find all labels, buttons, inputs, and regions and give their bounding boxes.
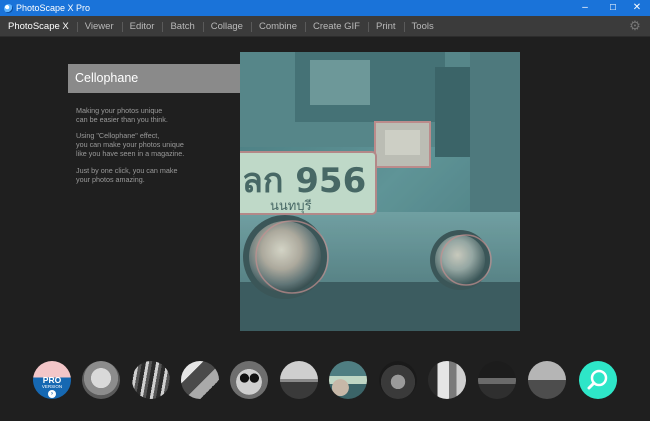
tab-batch[interactable]: Batch xyxy=(162,16,202,37)
thumbnail-5[interactable] xyxy=(280,361,318,399)
description-line: your photos amazing. xyxy=(76,175,145,184)
thumbnail-3[interactable] xyxy=(181,361,219,399)
sample-photo: ลก 956 นนทบุรี xyxy=(240,52,520,331)
tab-collage[interactable]: Collage xyxy=(202,16,251,37)
tab-editor[interactable]: Editor xyxy=(121,16,163,37)
thumbnail-2[interactable] xyxy=(132,361,170,399)
tab-create-gif[interactable]: Create GIF xyxy=(305,16,368,37)
window-title: PhotoScape X Pro xyxy=(16,3,91,13)
thumbnail-6[interactable] xyxy=(329,361,367,399)
minimize-button[interactable]: – xyxy=(572,0,598,16)
description-paragraph-3: Just by one click, you can make your pho… xyxy=(76,166,177,184)
menu-bar: PhotoScape X Viewer Editor Batch Collage… xyxy=(0,16,650,37)
feature-title: Cellophane xyxy=(75,71,139,85)
description-line: Using "Cellophane" effect, xyxy=(76,131,160,140)
maximize-button[interactable]: ☐ xyxy=(600,0,626,16)
description-line: can be easier than you think. xyxy=(76,115,168,124)
description-line: like you have seen in a magazine. xyxy=(76,149,185,158)
thumbnail-10[interactable] xyxy=(528,361,566,399)
description-paragraph-2: Using "Cellophane" effect, you can make … xyxy=(76,131,184,158)
arrow-right-icon: › xyxy=(48,390,56,398)
thumbnail-8[interactable] xyxy=(428,361,466,399)
app-logo-icon xyxy=(4,4,13,13)
description-paragraph-1: Making your photos unique can be easier … xyxy=(76,106,168,124)
gear-icon[interactable]: ⚙ xyxy=(628,19,642,33)
feature-title-box: Cellophane xyxy=(68,64,256,93)
description-line: Making your photos unique xyxy=(76,106,163,115)
title-bar: PhotoScape X Pro – ☐ ✕ xyxy=(0,0,650,16)
description-line: Just by one click, you can make xyxy=(76,166,178,175)
thumbnail-1[interactable] xyxy=(82,361,120,399)
thumbnail-7[interactable] xyxy=(379,361,417,399)
tab-combine[interactable]: Combine xyxy=(250,16,305,37)
search-icon xyxy=(587,369,608,390)
pro-version-badge[interactable]: PRO VERSION › xyxy=(33,361,71,399)
close-button[interactable]: ✕ xyxy=(624,0,650,16)
description-line: you can make your photos unique xyxy=(76,140,184,149)
thumbnail-4[interactable] xyxy=(230,361,268,399)
tab-viewer[interactable]: Viewer xyxy=(76,16,122,37)
thumbnail-9[interactable] xyxy=(478,361,516,399)
tab-print[interactable]: Print xyxy=(368,16,404,37)
tab-photoscape-x[interactable]: PhotoScape X xyxy=(0,16,77,37)
tab-tools[interactable]: Tools xyxy=(403,16,442,37)
main-menu: PhotoScape X Viewer Editor Batch Collage… xyxy=(0,16,442,37)
search-button[interactable] xyxy=(579,361,617,399)
